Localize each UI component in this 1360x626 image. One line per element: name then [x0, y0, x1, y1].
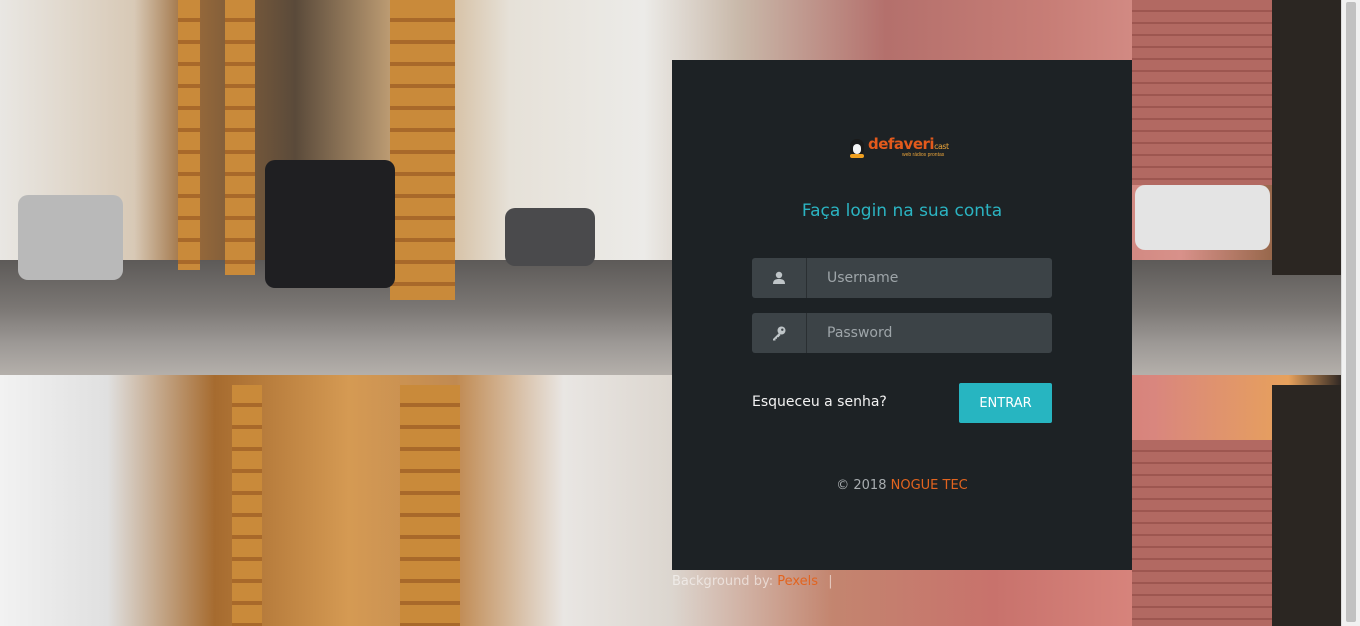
background-car [1135, 185, 1270, 250]
company-link[interactable]: NOGUE TEC [891, 478, 968, 493]
penguin-icon [848, 136, 866, 158]
password-field [752, 313, 1052, 353]
background-pillar [178, 0, 200, 270]
credit-separator: | [828, 574, 833, 589]
username-field [752, 258, 1052, 298]
key-icon [752, 313, 807, 353]
background-pillar [390, 0, 455, 300]
background-car [505, 208, 595, 266]
login-button[interactable]: ENTRAR [959, 383, 1052, 423]
logo-tagline: web rádios prontas [902, 151, 945, 158]
pexels-link[interactable]: Pexels [777, 574, 818, 589]
background-pillar [1272, 385, 1342, 626]
background-building [1132, 440, 1272, 626]
background-pillar [232, 385, 262, 626]
forgot-password-link[interactable]: Esqueceu a senha? [752, 394, 887, 410]
scrollbar-thumb[interactable] [1346, 2, 1356, 622]
username-input[interactable] [807, 258, 1052, 298]
background-photo [0, 0, 1342, 626]
user-icon [752, 258, 807, 298]
background-credit: Background by: Pexels | [672, 574, 833, 589]
background-credit-label: Background by: [672, 574, 774, 589]
background-pillar [400, 385, 460, 626]
brand-logo: defavericast web rádios prontas [848, 134, 956, 160]
password-input[interactable] [807, 313, 1052, 353]
login-title: Faça login na sua conta [801, 201, 1003, 221]
background-pillar [1272, 0, 1342, 275]
login-panel: defavericast web rádios prontas Faça log… [672, 60, 1132, 570]
background-street [0, 260, 1342, 380]
background-car [265, 160, 395, 288]
background-building [1132, 0, 1272, 185]
copyright-footer: © 2018 NOGUE TEC [672, 478, 1132, 493]
copyright-text: © 2018 [836, 478, 887, 493]
page-scrollbar[interactable] [1341, 0, 1360, 626]
logo-wordmark: defavericast [868, 134, 949, 153]
background-car [18, 195, 123, 280]
background-pillar [225, 0, 255, 275]
